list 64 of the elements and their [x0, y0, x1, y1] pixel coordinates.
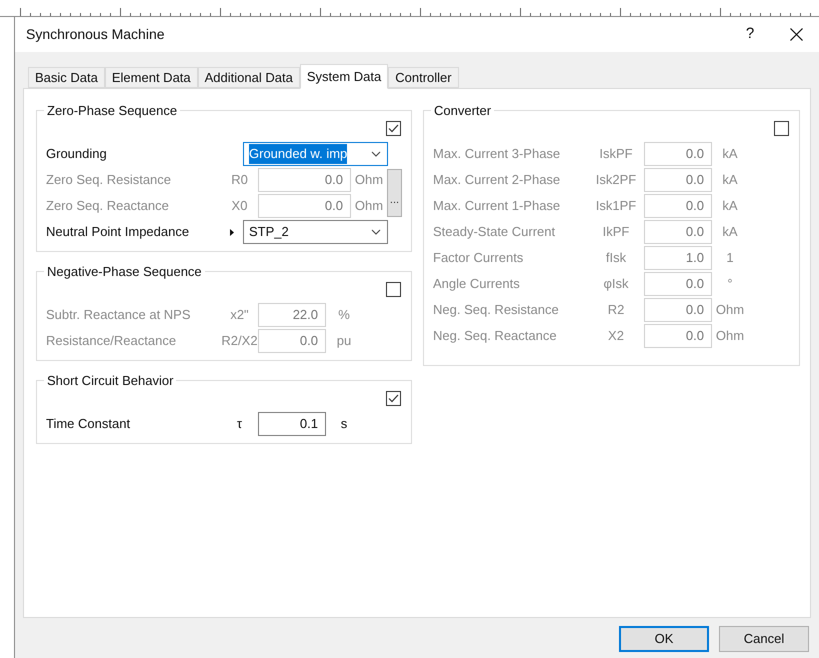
- field-label: Max. Current 1-Phase: [433, 197, 562, 216]
- triangle-right-icon: [230, 228, 234, 236]
- symbol-label: R0: [230, 171, 249, 190]
- symbol-label: IskPF: [598, 145, 634, 164]
- dropdown[interactable]: Grounded w. imp: [243, 142, 388, 166]
- unit-label: Ohm: [354, 197, 384, 216]
- unit-label: Ohm: [714, 327, 746, 346]
- checkbox[interactable]: [386, 391, 401, 406]
- field-label: Zero Seq. Resistance: [46, 171, 172, 190]
- checkbox[interactable]: [386, 121, 401, 136]
- field-label: Neutral Point Impedance: [46, 223, 190, 242]
- field-label: Neg. Seq. Reactance: [433, 327, 558, 346]
- symbol-label: R2/X2: [221, 332, 258, 350]
- field-label: Factor Currents: [433, 249, 524, 268]
- symbol-label: X2: [607, 327, 625, 346]
- dialog-button[interactable]: Cancel: [719, 626, 809, 652]
- symbol-label: X0: [230, 197, 248, 216]
- field-label: Angle Currents: [433, 275, 521, 294]
- unit-label: kA: [721, 197, 739, 216]
- field-label: Grounding: [46, 145, 108, 164]
- tab[interactable]: Element Data: [104, 67, 198, 88]
- symbol-label: x2": [229, 306, 250, 324]
- tab[interactable]: System Data: [300, 64, 388, 89]
- unit-label: kA: [721, 223, 739, 242]
- chevron-down-icon: [371, 151, 381, 157]
- tab[interactable]: Controller: [388, 67, 459, 88]
- field-label: Max. Current 2-Phase: [433, 171, 562, 190]
- window-title: Synchronous Machine: [26, 25, 166, 44]
- chevron-down-icon: [371, 229, 381, 235]
- more-button[interactable]: ...: [387, 169, 402, 217]
- field-label: Steady-State Current: [433, 223, 556, 242]
- number-field[interactable]: 0.1: [258, 412, 326, 436]
- unit-label: kA: [721, 145, 739, 164]
- unit-label: %: [337, 306, 351, 324]
- help-button[interactable]: ?: [727, 17, 773, 52]
- field-label: Max. Current 3-Phase: [433, 145, 562, 164]
- symbol-label: Isk1PF: [594, 197, 638, 216]
- field-label: Zero Seq. Reactance: [46, 197, 170, 216]
- checkbox[interactable]: [774, 121, 789, 136]
- unit-label: kA: [721, 171, 739, 190]
- checkbox[interactable]: [386, 282, 401, 297]
- field-label: Subtr. Reactance at NPS: [46, 306, 192, 324]
- field-label: Time Constant: [46, 415, 132, 434]
- unit-label: Ohm: [354, 171, 384, 190]
- symbol-label: φIsk: [602, 275, 630, 294]
- unit-label: Ohm: [714, 301, 746, 320]
- field-label: Resistance/Reactance: [46, 332, 178, 350]
- checkmark-icon: [388, 394, 399, 403]
- symbol-label: Isk2PF: [594, 171, 638, 190]
- tab[interactable]: Additional Data: [198, 67, 300, 88]
- unit-label: °: [726, 275, 734, 294]
- symbol-label: IkPF: [602, 223, 630, 242]
- symbol-label: fIsk: [604, 249, 628, 268]
- tab[interactable]: Basic Data: [28, 67, 105, 88]
- unit-label: pu: [336, 332, 352, 350]
- dialog-button[interactable]: OK: [619, 626, 709, 652]
- symbol-label: R2: [606, 301, 626, 320]
- unit-label: s: [340, 415, 348, 434]
- field-label: Neg. Seq. Resistance: [433, 301, 560, 320]
- dropdown[interactable]: STP_2: [243, 220, 388, 244]
- unit-label: 1: [725, 249, 735, 268]
- symbol-label: τ: [236, 415, 244, 434]
- checkmark-icon: [388, 124, 399, 133]
- close-icon: [790, 28, 802, 41]
